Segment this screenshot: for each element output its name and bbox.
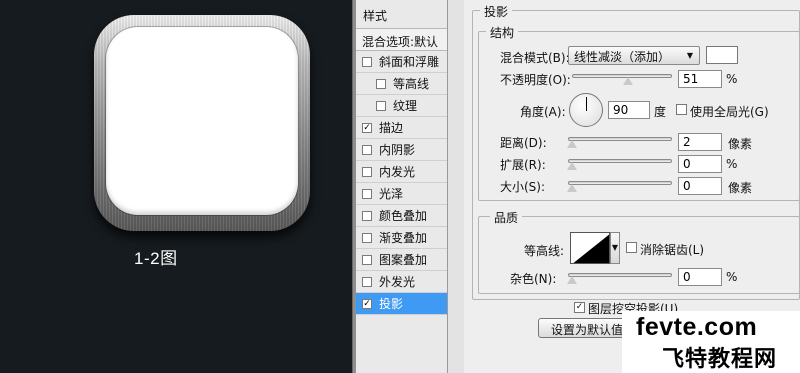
noise-unit: % — [726, 270, 738, 284]
spread-slider-thumb[interactable] — [567, 162, 577, 170]
opacity-label: 不透明度(O): — [500, 73, 571, 87]
style-item-label: 描边 — [379, 121, 404, 135]
contour-picker[interactable] — [570, 232, 610, 264]
layer-styles-list: 样式 混合选项:默认 斜面和浮雕等高线纹理 ✓ 描边内阴影内发光光泽颜色叠加渐变叠加… — [356, 0, 448, 373]
angle-label: 角度(A): — [520, 105, 566, 119]
site-watermark: fevte.com 飞特教程网 — [622, 311, 800, 373]
distance-unit: 像素 — [728, 137, 753, 151]
blend-mode-label: 混合模式(B): — [500, 51, 570, 65]
quality-title: 品质 — [490, 209, 523, 226]
angle-unit: 度 — [654, 105, 667, 119]
distance-label: 距离(D): — [500, 136, 547, 150]
style-checkbox[interactable] — [362, 254, 372, 265]
blending-options-item[interactable]: 混合选项:默认 — [356, 29, 447, 51]
chevron-down-icon: ▼ — [686, 51, 693, 60]
opacity-unit: % — [726, 72, 738, 86]
blend-mode-select[interactable]: 线性减淡（添加） ▼ — [568, 46, 700, 65]
size-slider-thumb[interactable] — [567, 184, 577, 192]
style-item[interactable]: 外发光 — [356, 271, 447, 293]
style-item-label: 纹理 — [393, 99, 418, 113]
style-checkbox[interactable] — [362, 56, 372, 67]
style-checkbox[interactable]: ✓ — [362, 298, 372, 309]
style-checkbox[interactable] — [376, 78, 386, 89]
spread-input[interactable] — [678, 155, 722, 173]
size-label: 大小(S): — [500, 180, 546, 194]
size-input[interactable] — [678, 177, 722, 195]
global-light-label[interactable]: 使用全局光(G) — [690, 103, 769, 120]
style-checkbox[interactable] — [362, 210, 372, 221]
style-item[interactable]: 渐变叠加 — [356, 227, 447, 249]
style-checkbox[interactable] — [362, 144, 372, 155]
angle-input[interactable] — [608, 101, 650, 119]
style-checkbox[interactable] — [362, 232, 372, 243]
app-icon-preview — [94, 15, 310, 231]
style-item-label: 内阴影 — [379, 143, 416, 157]
style-checkbox[interactable] — [362, 166, 372, 177]
layer-knockout-checkbox[interactable]: ✓ — [574, 302, 585, 313]
size-unit: 像素 — [728, 181, 753, 195]
angle-dial-hand — [586, 97, 587, 111]
style-item[interactable]: ✓ 投影 — [356, 293, 447, 315]
noise-slider-thumb[interactable] — [567, 276, 577, 284]
structure-title: 结构 — [486, 24, 519, 41]
preview-canvas: 1-2图 — [0, 0, 352, 373]
style-checkbox[interactable] — [376, 100, 386, 111]
style-item[interactable]: 纹理 — [356, 95, 447, 117]
style-item-label: 颜色叠加 — [379, 209, 428, 223]
opacity-input[interactable] — [678, 70, 722, 88]
style-item-label: 内发光 — [379, 165, 416, 179]
style-item[interactable]: ✓ 描边 — [356, 117, 447, 139]
style-checkbox[interactable]: ✓ — [362, 122, 372, 133]
style-item[interactable]: 斜面和浮雕 — [356, 51, 447, 73]
app-icon-face — [106, 27, 298, 215]
style-item-label: 等高线 — [393, 77, 430, 91]
style-item-label: 光泽 — [379, 187, 404, 201]
watermark-url: fevte.com — [636, 313, 758, 341]
style-item[interactable]: 光泽 — [356, 183, 447, 205]
contour-label: 等高线: — [524, 244, 565, 258]
noise-input[interactable] — [678, 268, 722, 286]
opacity-slider[interactable] — [572, 74, 672, 85]
opacity-slider-thumb[interactable] — [623, 77, 633, 85]
global-light-checkbox[interactable] — [676, 104, 687, 115]
drop-shadow-title: 投影 — [480, 3, 513, 20]
spread-unit: % — [726, 157, 738, 171]
style-item[interactable]: 颜色叠加 — [356, 205, 447, 227]
distance-slider-thumb[interactable] — [567, 140, 577, 148]
size-slider[interactable] — [567, 181, 672, 192]
anti-alias-checkbox[interactable] — [626, 242, 637, 253]
contour-curve-icon — [573, 234, 609, 263]
distance-input[interactable] — [678, 133, 722, 151]
style-item[interactable]: 等高线 — [356, 73, 447, 95]
spread-slider[interactable] — [567, 159, 672, 170]
noise-label: 杂色(N): — [510, 272, 557, 286]
noise-slider[interactable] — [567, 273, 672, 284]
style-checkbox[interactable] — [362, 188, 372, 199]
blend-mode-value: 线性减淡（添加） — [574, 50, 671, 64]
styles-header[interactable]: 样式 — [356, 0, 447, 29]
preview-caption: 1-2图 — [134, 249, 178, 268]
style-item-label: 外发光 — [379, 275, 416, 289]
style-item[interactable]: 内发光 — [356, 161, 447, 183]
angle-dial[interactable] — [569, 93, 603, 127]
shadow-color-swatch[interactable] — [706, 46, 738, 64]
style-checkbox[interactable] — [362, 276, 372, 287]
style-item[interactable]: 内阴影 — [356, 139, 447, 161]
spread-label: 扩展(R): — [500, 158, 546, 172]
style-item[interactable]: 图案叠加 — [356, 249, 447, 271]
style-item-label: 图案叠加 — [379, 253, 428, 267]
style-item-label: 斜面和浮雕 — [379, 55, 440, 69]
panel-gap — [448, 0, 464, 373]
style-item-label: 渐变叠加 — [379, 231, 428, 245]
distance-slider[interactable] — [567, 137, 672, 148]
watermark-name: 飞特教程网 — [662, 347, 778, 372]
anti-alias-label[interactable]: 消除锯齿(L) — [640, 241, 704, 258]
style-item-label: 投影 — [379, 297, 404, 311]
contour-dropdown-button[interactable]: ▼ — [610, 232, 620, 264]
